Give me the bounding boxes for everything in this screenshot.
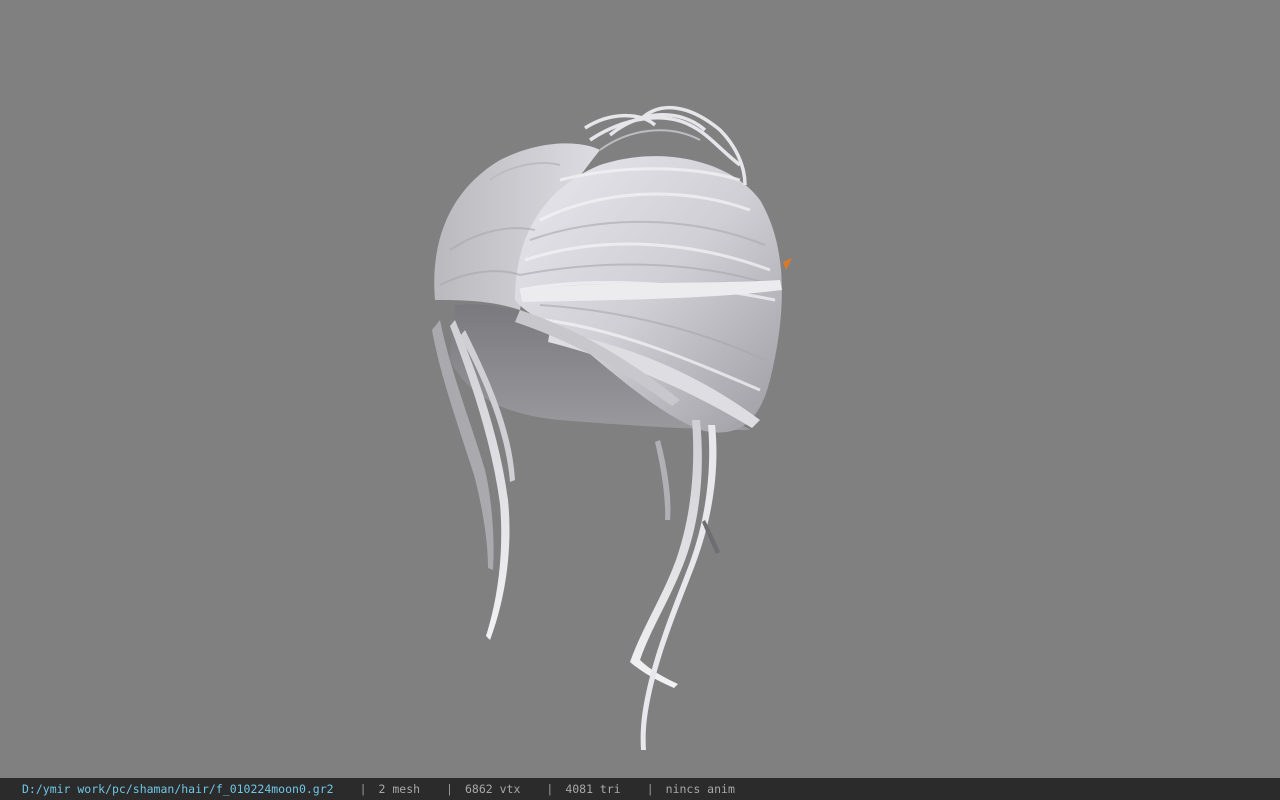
hair-model-render <box>432 105 792 750</box>
separator: | <box>359 782 367 796</box>
separator: | <box>646 782 654 796</box>
model-viewer-window: D:/ymir work/pc/shaman/hair/f_010224moon… <box>0 0 1280 800</box>
mesh-count: 2 mesh <box>378 782 421 796</box>
file-path: D:/ymir work/pc/shaman/hair/f_010224moon… <box>22 782 334 796</box>
animation-status: nincs anim <box>665 782 735 796</box>
triangle-count: 4081 tri <box>565 782 621 796</box>
separator: | <box>446 782 453 796</box>
vertex-count: 6862 vtx <box>464 782 521 796</box>
status-bar: D:/ymir work/pc/shaman/hair/f_010224moon… <box>0 778 1280 800</box>
separator: | <box>546 782 554 796</box>
3d-viewport[interactable] <box>0 0 1280 778</box>
